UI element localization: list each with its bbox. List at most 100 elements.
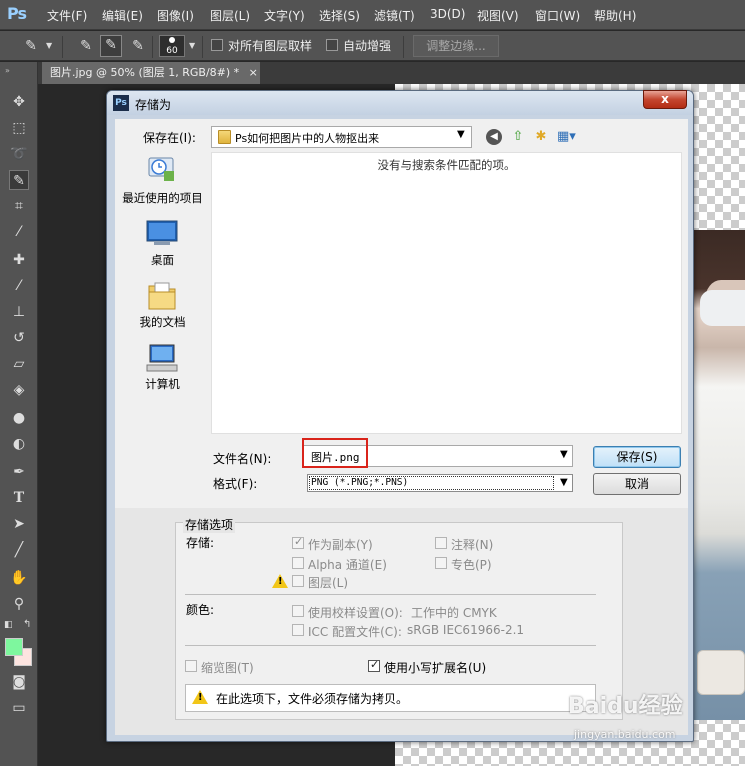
eyedropper-tool-icon[interactable]: ⁄: [9, 222, 29, 242]
healing-brush-tool-icon[interactable]: ✚: [9, 250, 29, 270]
menu-view[interactable]: 视图(V): [477, 7, 519, 24]
filename-highlight-box: [302, 438, 368, 468]
zoom-tool-icon[interactable]: ⚲: [9, 594, 29, 614]
icc-profile-checkbox[interactable]: [292, 624, 304, 636]
storage-label: 存储:: [186, 536, 215, 550]
layers-checkbox[interactable]: [292, 575, 304, 587]
clone-stamp-tool-icon[interactable]: ⊥: [9, 302, 29, 322]
menu-image[interactable]: 图像(I): [157, 7, 194, 24]
computer-icon[interactable]: [146, 343, 178, 373]
collapse-panel-icon[interactable]: »: [5, 66, 10, 75]
lasso-tool-icon[interactable]: ➰: [9, 144, 29, 164]
brush-tool-icon[interactable]: ⁄: [9, 276, 29, 296]
cancel-button[interactable]: 取消: [593, 473, 681, 495]
my-documents-icon[interactable]: [146, 280, 178, 310]
thumbnail-checkbox[interactable]: [185, 660, 197, 672]
brush-chevron-icon[interactable]: ▼: [189, 41, 195, 50]
baidu-watermark: Baidu经验 jingyan.baidu.com: [568, 688, 745, 758]
color-label: 颜色:: [186, 603, 215, 617]
photoshop-app-icon: Ps: [113, 95, 129, 111]
alpha-channels-checkbox[interactable]: [292, 557, 304, 569]
save-in-label: 保存在(I):: [143, 131, 196, 145]
save-button[interactable]: 保存(S): [593, 446, 681, 468]
default-colors-icon[interactable]: ◧: [4, 620, 13, 630]
document-tab[interactable]: 图片.jpg @ 50% (图层 1, RGB/8#) * ×: [42, 62, 260, 84]
move-tool-icon[interactable]: ✥: [9, 92, 29, 112]
type-tool-icon[interactable]: T: [9, 488, 29, 508]
menu-3d[interactable]: 3D(D): [430, 7, 465, 21]
menu-filter[interactable]: 滤镜(T): [374, 7, 415, 24]
spot-colors-checkbox[interactable]: [435, 557, 447, 569]
crop-tool-icon[interactable]: ⌗: [9, 196, 29, 216]
place-desktop-label[interactable]: 桌面: [119, 252, 206, 268]
warning-message: 在此选项下，文件必须存储为拷贝。: [216, 692, 409, 706]
proof-profile-value: 工作中的 CMYK: [411, 606, 497, 620]
screen-mode-icon[interactable]: ▭: [9, 698, 29, 718]
refine-edge-button[interactable]: 调整边缘...: [413, 35, 499, 57]
back-icon[interactable]: ◀: [486, 129, 502, 145]
menu-edit[interactable]: 编辑(E): [102, 7, 143, 24]
menu-layer[interactable]: 图层(L): [210, 7, 250, 24]
menu-file[interactable]: 文件(F): [47, 7, 87, 24]
empty-list-message: 没有与搜索条件匹配的项。: [377, 158, 516, 172]
menu-type[interactable]: 文字(Y): [264, 7, 305, 24]
format-chevron-icon[interactable]: ▼: [560, 477, 568, 488]
up-folder-icon[interactable]: ⇧: [509, 128, 527, 146]
line-tool-icon[interactable]: ╱: [9, 540, 29, 560]
subtract-from-selection-icon[interactable]: ✎: [127, 37, 149, 55]
quick-selection-tool-icon[interactable]: ✎: [20, 37, 42, 55]
brush-tip-icon: [169, 37, 175, 43]
place-recent-label[interactable]: 最近使用的项目: [119, 190, 206, 206]
dodge-tool-icon[interactable]: ◐: [9, 434, 29, 454]
filename-label: 文件名(N):: [213, 452, 272, 466]
foreground-color-swatch[interactable]: [5, 638, 23, 656]
desktop-icon[interactable]: [146, 219, 178, 249]
warning-mark-icon: !: [278, 576, 283, 587]
place-documents-label[interactable]: 我的文档: [119, 314, 206, 330]
document-tab-close-icon[interactable]: ×: [249, 66, 258, 79]
eraser-tool-icon[interactable]: ▱: [9, 354, 29, 374]
save-options-title: 存储选项: [183, 516, 236, 533]
paint-bucket-tool-icon[interactable]: ◈: [9, 380, 29, 400]
dialog-close-button[interactable]: x: [643, 90, 687, 109]
format-value: PNG (*.PNG;*.PNS): [311, 477, 409, 488]
menu-select[interactable]: 选择(S): [319, 7, 360, 24]
hand-tool-icon[interactable]: ✋: [9, 568, 29, 588]
notes-checkbox[interactable]: [435, 537, 447, 549]
blur-tool-icon[interactable]: ●: [9, 408, 29, 428]
recent-items-icon[interactable]: [146, 155, 178, 185]
view-menu-icon[interactable]: ▦▾: [557, 128, 576, 146]
watermark-brand: Baidu经验: [568, 694, 683, 719]
dialog-titlebar[interactable]: [107, 91, 693, 115]
lowercase-extension-checkbox[interactable]: [368, 658, 380, 672]
options-divider: [185, 594, 596, 595]
menu-help[interactable]: 帮助(H): [594, 7, 636, 24]
filename-chevron-icon[interactable]: ▼: [560, 449, 568, 460]
history-brush-tool-icon[interactable]: ↺: [9, 328, 29, 348]
marquee-tool-icon[interactable]: ⬚: [9, 118, 29, 138]
lowercase-extension-label: 使用小写扩展名(U): [384, 661, 487, 675]
toolbar-divider: [62, 36, 63, 58]
swap-colors-icon[interactable]: ↰: [23, 619, 31, 630]
auto-enhance-checkbox[interactable]: [326, 39, 338, 51]
as-copy-checkbox[interactable]: [292, 535, 304, 549]
sample-all-layers-label: 对所有图层取样: [228, 39, 313, 53]
alpha-channels-label: Alpha 通道(E): [308, 558, 387, 572]
pen-tool-icon[interactable]: ✒: [9, 462, 29, 482]
add-to-selection-icon[interactable]: ✎: [100, 35, 122, 57]
menu-window[interactable]: 窗口(W): [535, 7, 580, 24]
quick-mask-icon[interactable]: ◙: [9, 672, 29, 692]
new-folder-icon[interactable]: ✱: [532, 128, 550, 146]
quick-selection-tool-icon[interactable]: ✎: [9, 170, 29, 190]
options-divider: [185, 645, 596, 646]
icc-profile-value: sRGB IEC61966-2.1: [407, 623, 525, 637]
save-in-chevron-icon[interactable]: ▼: [457, 129, 465, 140]
place-computer-label[interactable]: 计算机: [119, 376, 206, 392]
dialog-title: 存储为: [135, 98, 172, 112]
file-list[interactable]: [211, 152, 682, 434]
use-proof-setup-checkbox[interactable]: [292, 605, 304, 617]
sample-all-layers-checkbox[interactable]: [211, 39, 223, 51]
path-selection-tool-icon[interactable]: ➤: [9, 514, 29, 534]
new-selection-icon[interactable]: ✎: [75, 37, 97, 55]
tool-preset-chevron-icon[interactable]: ▼: [46, 41, 52, 50]
